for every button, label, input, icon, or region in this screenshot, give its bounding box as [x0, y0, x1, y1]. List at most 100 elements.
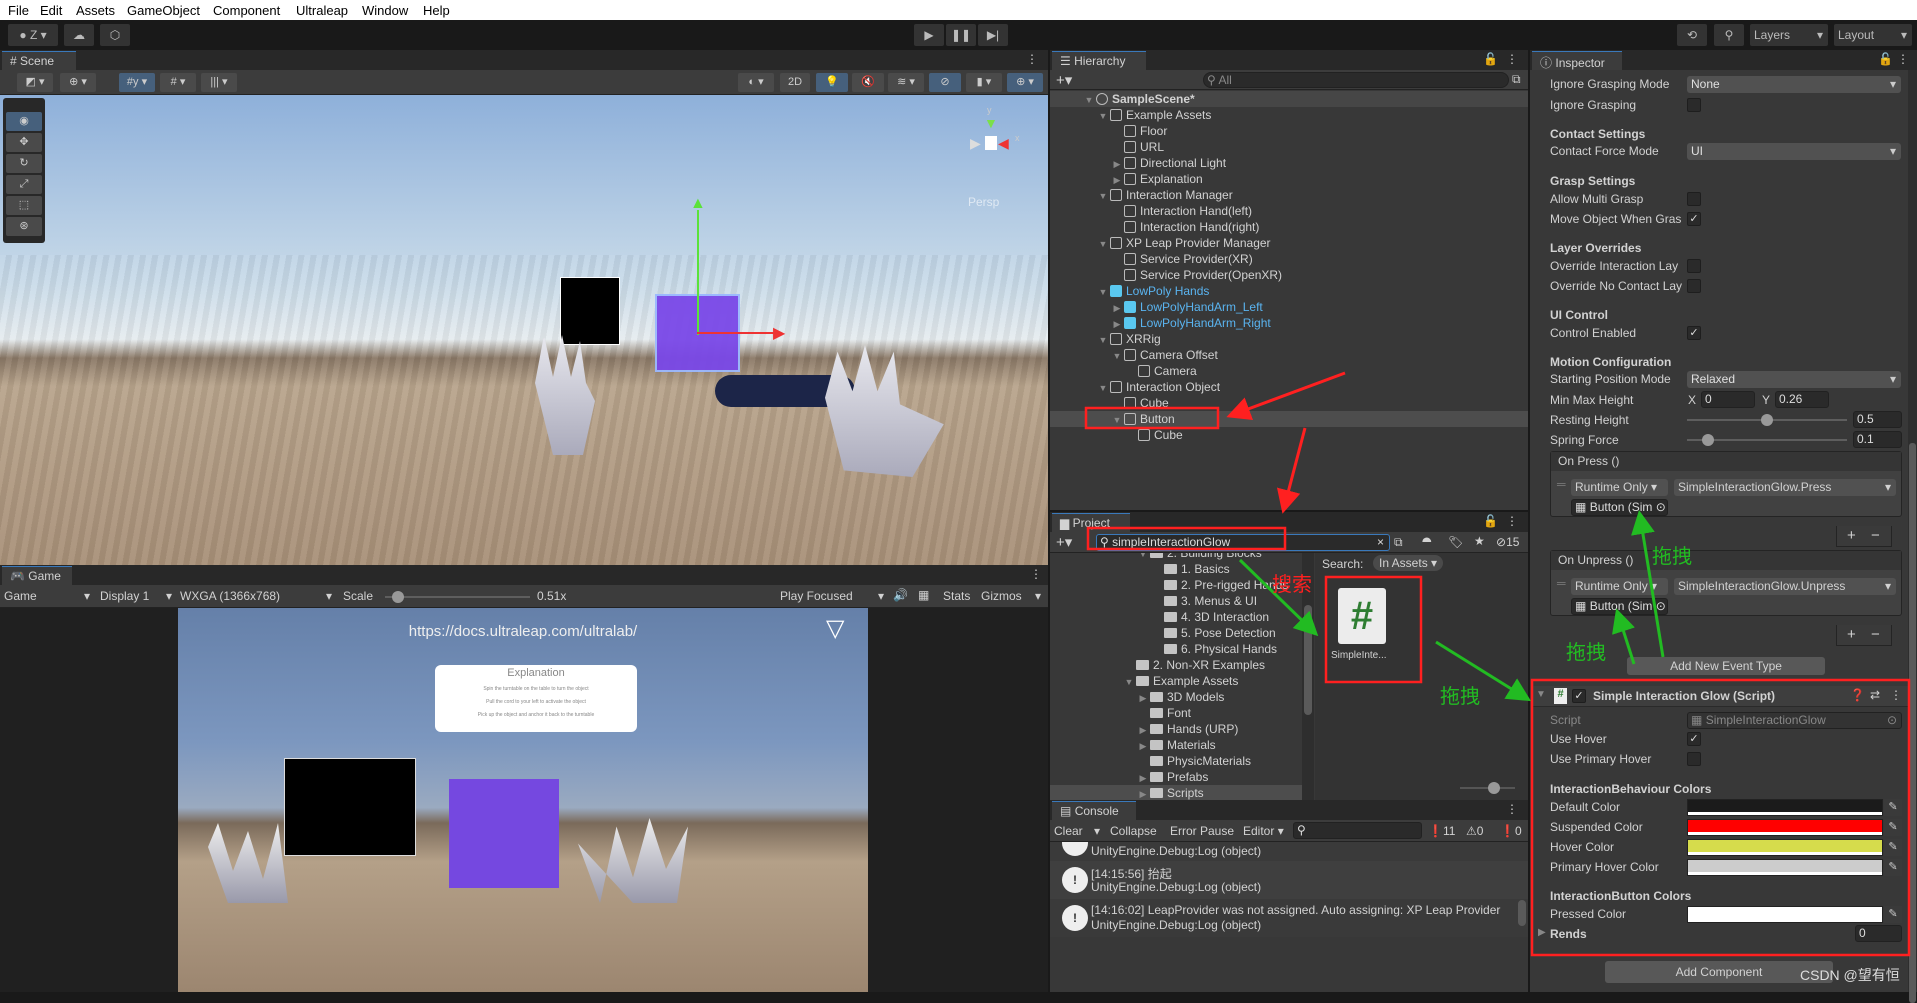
add-new-event-type-button[interactable]: Add New Event Type — [1627, 657, 1825, 675]
help-icon[interactable]: ❓ — [1850, 688, 1865, 702]
favorite-star-icon[interactable]: ★ — [1474, 534, 1485, 548]
tab-console[interactable]: ▤ Console — [1052, 801, 1136, 820]
remove-listener-button[interactable]: − — [1871, 527, 1880, 544]
effects-dropdown[interactable]: ≋ ▾ — [888, 73, 924, 92]
project-folder[interactable]: Font — [1050, 705, 1302, 721]
tool-handle-dropdown[interactable]: ◩ ▾ — [17, 73, 53, 92]
visibility-toggle[interactable]: ⊘ — [929, 73, 961, 92]
csharp-script-icon[interactable]: # — [1338, 588, 1386, 644]
hidden-packages-toggle[interactable]: ⊘15 — [1496, 535, 1519, 549]
clear-options-dropdown[interactable]: ▾ — [1094, 824, 1100, 838]
add-component-button[interactable]: Add Component — [1605, 961, 1833, 983]
layout-dropdown[interactable]: Layout ▾ — [1834, 24, 1912, 46]
scale-slider[interactable] — [385, 591, 530, 603]
project-search-input[interactable]: ⚲ simpleInteractionGlow × — [1096, 534, 1390, 551]
hierarchy-item[interactable]: ▶ Explanation — [1050, 171, 1528, 187]
pivot-global-dropdown[interactable]: ⊕ ▾ — [60, 73, 96, 92]
layers-dropdown[interactable]: Layers ▾ — [1750, 24, 1828, 46]
history-button[interactable]: ⟲ — [1677, 24, 1707, 46]
play-mode-dropdown[interactable]: Play Focused ▾ — [780, 589, 884, 603]
account-dropdown[interactable]: ● Z ▾ — [8, 24, 58, 46]
hierarchy-item[interactable]: ▶ LowPolyHandArm_Right — [1050, 315, 1528, 331]
slider-handle[interactable] — [1761, 414, 1773, 426]
eyedropper-icon[interactable]: ✎ — [1884, 859, 1902, 876]
editor-dropdown[interactable]: Editor ▾ — [1243, 824, 1284, 838]
expanded-arrow-icon[interactable]: ▼ — [1096, 108, 1110, 124]
runtime-mode-dropdown[interactable]: Runtime Only ▾ — [1571, 479, 1668, 496]
use-hover-checkbox[interactable]: ✓ — [1687, 732, 1701, 746]
contact-force-mode-dropdown[interactable]: UI — [1687, 143, 1901, 160]
ignore-grasping-checkbox[interactable] — [1687, 98, 1701, 112]
expanded-arrow-icon[interactable]: ▼ — [1122, 674, 1136, 690]
hierarchy-item[interactable]: ▼ XRRig — [1050, 331, 1528, 347]
min-height-x-field[interactable]: 0 — [1701, 391, 1755, 408]
eyedropper-icon[interactable]: ✎ — [1884, 839, 1902, 856]
clear-button[interactable]: Clear — [1054, 824, 1083, 838]
search-button[interactable]: ⚲ — [1714, 24, 1744, 46]
scale-slider-handle[interactable] — [391, 591, 404, 603]
tab-hierarchy[interactable]: ☰ Hierarchy — [1052, 51, 1146, 70]
expanded-arrow-icon[interactable]: ▼ — [1096, 236, 1110, 252]
hierarchy-item[interactable]: URL — [1050, 139, 1528, 155]
object-picker-icon[interactable]: ⊙ — [1656, 599, 1666, 613]
expanded-arrow-icon[interactable]: ▼ — [1082, 92, 1096, 108]
project-folder[interactable]: ▶ 3D Models — [1050, 689, 1302, 705]
hierarchy-item[interactable]: Camera — [1050, 363, 1528, 379]
override-no-contact-layer-checkbox[interactable] — [1687, 279, 1701, 293]
audio-toggle[interactable]: 🔇 — [852, 73, 884, 92]
target-object-field[interactable]: ▦ Button (Sim ⊙ — [1571, 499, 1668, 516]
more-icon[interactable]: ⋮ — [1890, 688, 1902, 702]
collapsed-arrow-icon[interactable]: ▶ — [1136, 722, 1150, 738]
hierarchy-item[interactable]: ▶ LowPolyHandArm_Left — [1050, 299, 1528, 315]
step-button[interactable]: ▶| — [978, 24, 1008, 46]
inspector-scrollbar[interactable] — [1908, 70, 1917, 1003]
hierarchy-item[interactable]: ▼ Interaction Manager — [1050, 187, 1528, 203]
hierarchy-item[interactable]: ▶ Directional Light — [1050, 155, 1528, 171]
warning-count-toggle[interactable]: ⚠0 — [1466, 824, 1483, 838]
grid-snap-dropdown[interactable]: #y ▾ — [119, 73, 155, 92]
hierarchy-item[interactable]: ▼ LowPoly Hands — [1050, 283, 1528, 299]
console-entry[interactable]: ! [14:15:56] 抬起 UnityEngine.Debug:Log (o… — [1050, 861, 1528, 899]
remove-listener-button[interactable]: − — [1871, 626, 1880, 643]
orientation-gizmo[interactable]: y ▼ ◀ ▶ x — [960, 105, 1020, 175]
project-folder[interactable]: ▼ 2. Building Blocks — [1050, 553, 1302, 561]
expand-arrow-icon[interactable]: ▶ — [1538, 927, 1546, 938]
move-object-checkbox[interactable]: ✓ — [1687, 212, 1701, 226]
slider-handle[interactable] — [1701, 434, 1714, 446]
project-folder[interactable]: ▶ Hands (URP) — [1050, 721, 1302, 737]
scrollbar-thumb[interactable] — [1909, 443, 1916, 1003]
menu-edit[interactable]: Edit — [40, 3, 62, 18]
collapse-arrow-icon[interactable]: ▼ — [1536, 689, 1546, 700]
project-folder[interactable]: 5. Pose Detection — [1050, 625, 1302, 641]
pause-button[interactable]: ❚❚ — [946, 24, 976, 46]
clear-search-icon[interactable]: × — [1377, 535, 1384, 550]
project-folder[interactable]: 2. Pre-rigged Hands — [1050, 577, 1302, 593]
project-folder[interactable]: PhysicMaterials — [1050, 753, 1302, 769]
expanded-arrow-icon[interactable]: ▼ — [1110, 412, 1124, 428]
game-view[interactable]: https://docs.ultraleap.com/ultralab/ ▽ E… — [178, 608, 868, 992]
project-folder[interactable]: ▼ Example Assets — [1050, 673, 1302, 689]
cloud-button[interactable]: ☁ — [64, 24, 94, 46]
rotate-tool[interactable]: ↻ — [6, 154, 42, 173]
projection-label[interactable]: Persp — [968, 195, 999, 209]
project-folder[interactable]: ▶ Scripts — [1050, 785, 1302, 800]
eyedropper-icon[interactable]: ✎ — [1884, 819, 1902, 836]
icon-size-slider[interactable] — [1460, 782, 1515, 794]
function-dropdown[interactable]: SimpleInteractionGlow.Press ▾ — [1674, 479, 1896, 496]
hierarchy-item[interactable]: ▼ Example Assets — [1050, 107, 1528, 123]
collapsed-arrow-icon[interactable]: ▶ — [1136, 738, 1150, 754]
black-cube[interactable] — [560, 277, 620, 345]
scene-view[interactable]: ▲ ▶ y ▼ ◀ ▶ x Persp ◉ ✥ ↻ ⤢ ⬚ ⊛ — [0, 95, 1048, 565]
rends-size-field[interactable]: 0 — [1855, 925, 1902, 942]
project-folder[interactable]: 4. 3D Interaction — [1050, 609, 1302, 625]
search-window-icon[interactable]: ⧉ — [1512, 72, 1521, 87]
lock-icon[interactable]: 🔓 — [1878, 52, 1893, 66]
draw-mode-dropdown[interactable]: ◐ ▾ — [738, 73, 774, 92]
collapse-button[interactable]: Collapse — [1110, 824, 1157, 838]
speaker-icon[interactable]: 🔊 — [893, 588, 908, 602]
collapsed-arrow-icon[interactable]: ▶ — [1110, 316, 1124, 332]
allow-multi-grasp-checkbox[interactable] — [1687, 192, 1701, 206]
console-scrollbar-thumb[interactable] — [1518, 900, 1526, 926]
move-gizmo-x-axis[interactable] — [697, 332, 777, 334]
scene-root[interactable]: ▼ SampleScene* — [1050, 91, 1528, 107]
